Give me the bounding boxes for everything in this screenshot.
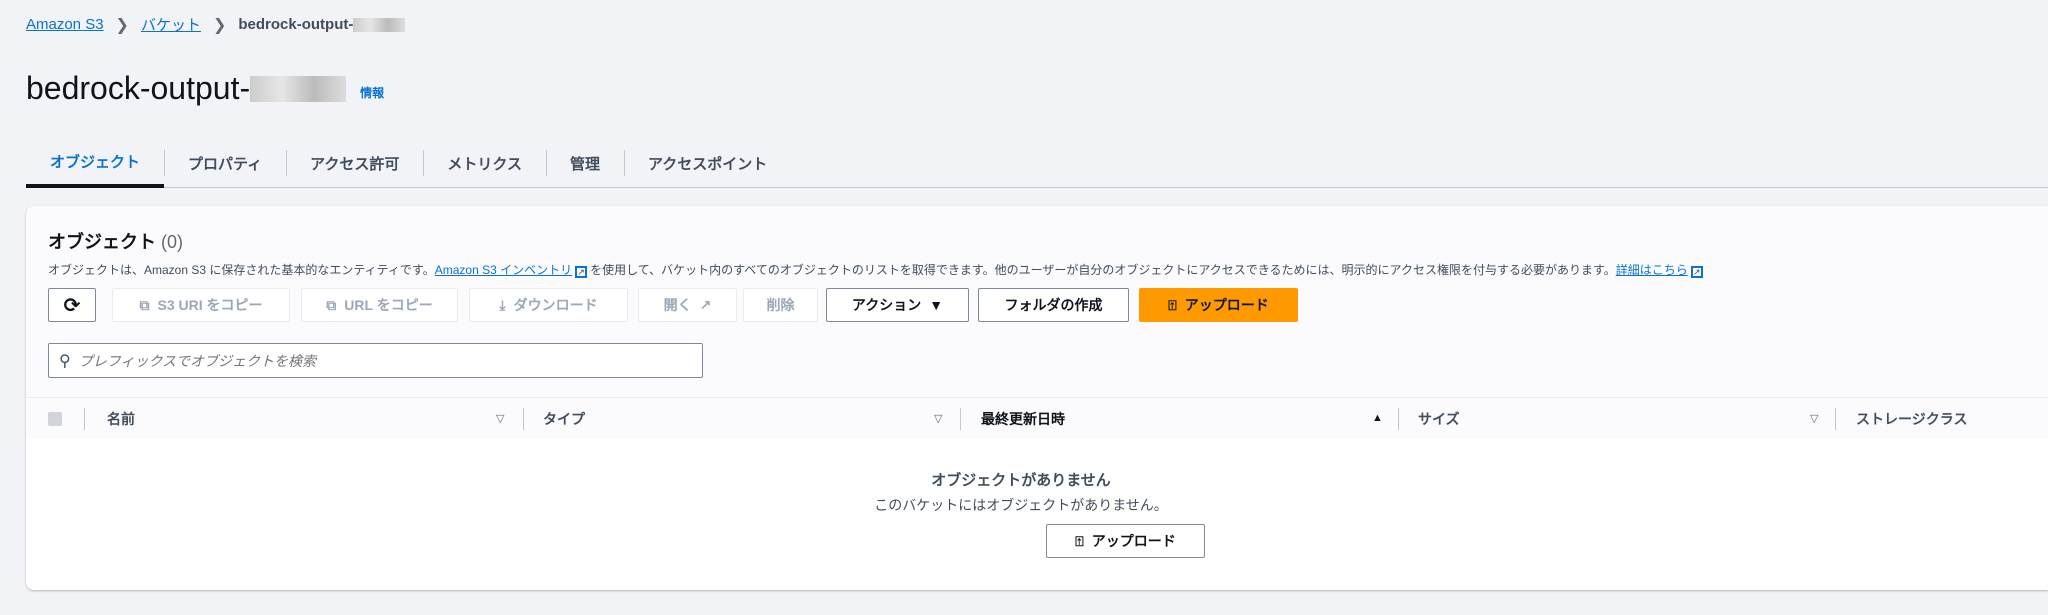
create-folder-button[interactable]: フォルダの作成	[978, 288, 1129, 322]
objects-panel: オブジェクト (0) オブジェクトは、Amazon S3 に保存された基本的なエ…	[26, 206, 2048, 590]
inventory-link[interactable]: Amazon S3 インベントリ	[435, 263, 572, 277]
tab-access-points[interactable]: アクセスポイント	[623, 138, 791, 188]
copy-icon: ⧉	[326, 296, 337, 313]
upload-icon: ⍐	[1075, 532, 1084, 549]
panel-title: オブジェクト (0)	[48, 232, 184, 252]
tab-objects[interactable]: オブジェクト	[26, 138, 165, 188]
upload-icon: ⍐	[1168, 296, 1177, 313]
sort-ascending-icon[interactable]: ▲	[1372, 412, 1383, 424]
redacted-text	[250, 75, 347, 102]
table-header: 名前 ▽ タイプ ▽ 最終更新日時 ▲ サイズ ▽ ストレージクラス	[26, 397, 2048, 439]
bucket-name: bedrock-output-	[26, 70, 251, 106]
sort-icon[interactable]: ▽	[934, 412, 942, 425]
breadcrumb-buckets[interactable]: バケット	[141, 14, 201, 35]
panel-description: オブジェクトは、Amazon S3 に保存された基本的なエンティティです。Ama…	[48, 261, 1706, 278]
open-button[interactable]: 開く ↗	[638, 288, 737, 322]
refresh-icon: ⟳	[63, 294, 81, 317]
column-type[interactable]: タイプ	[543, 398, 585, 440]
tab-properties[interactable]: プロパティ	[164, 138, 286, 188]
actions-dropdown[interactable]: アクション ▼	[826, 288, 969, 322]
copy-url-button[interactable]: ⧉ URL をコピー	[301, 288, 458, 322]
external-link-icon: ↗	[575, 266, 588, 278]
search-icon: ⚲	[59, 352, 71, 370]
copy-s3-uri-button[interactable]: ⧉ S3 URI をコピー	[112, 288, 290, 322]
tab-permissions[interactable]: アクセス許可	[286, 138, 423, 188]
column-last-modified[interactable]: 最終更新日時	[981, 398, 1065, 440]
column-size[interactable]: サイズ	[1418, 398, 1460, 440]
sort-icon[interactable]: ▽	[1810, 412, 1818, 425]
breadcrumb-current: bedrock-output-	[238, 16, 406, 33]
search-box[interactable]: ⚲	[48, 343, 703, 378]
search-input[interactable]	[78, 352, 679, 369]
breadcrumb: Amazon S3 ❯ バケット ❯ bedrock-output-	[26, 14, 406, 35]
table-body: オブジェクトがありません このバケットにはオブジェクトがありません。 ⍐ アップロ…	[26, 439, 2048, 590]
external-link-icon: ↗	[1690, 266, 1703, 278]
select-all-checkbox[interactable]	[48, 412, 62, 426]
caret-down-icon: ▼	[929, 297, 944, 313]
empty-upload-button[interactable]: ⍐ アップロード	[1046, 524, 1205, 558]
chevron-right-icon: ❯	[115, 16, 129, 34]
sort-icon[interactable]: ▽	[496, 412, 504, 425]
info-link[interactable]: 情報	[360, 84, 384, 101]
copy-icon: ⧉	[139, 296, 150, 313]
upload-button[interactable]: ⍐ アップロード	[1139, 288, 1298, 322]
tab-metrics[interactable]: メトリクス	[423, 138, 546, 188]
tab-bar: オブジェクト プロパティ アクセス許可 メトリクス 管理 アクセスポイント	[26, 138, 2048, 188]
learn-more-link[interactable]: 詳細はこちら	[1616, 263, 1688, 277]
external-link-icon: ↗	[699, 296, 712, 313]
column-name[interactable]: 名前	[107, 398, 135, 440]
empty-text: このバケットにはオブジェクトがありません。	[874, 497, 1168, 513]
download-icon: ⤓	[499, 296, 506, 313]
download-button[interactable]: ⤓ ダウンロード	[469, 288, 628, 322]
chevron-right-icon: ❯	[212, 16, 227, 34]
refresh-button[interactable]: ⟳	[48, 288, 96, 322]
column-storage-class[interactable]: ストレージクラス	[1856, 398, 1967, 440]
delete-button[interactable]: 削除	[743, 288, 818, 322]
tab-management[interactable]: 管理	[545, 138, 624, 188]
page-title: bedrock-output- 情報	[26, 70, 384, 107]
object-count: (0)	[161, 232, 184, 252]
breadcrumb-amazon-s3[interactable]: Amazon S3	[26, 16, 104, 33]
empty-title: オブジェクトがありません	[931, 472, 1111, 489]
